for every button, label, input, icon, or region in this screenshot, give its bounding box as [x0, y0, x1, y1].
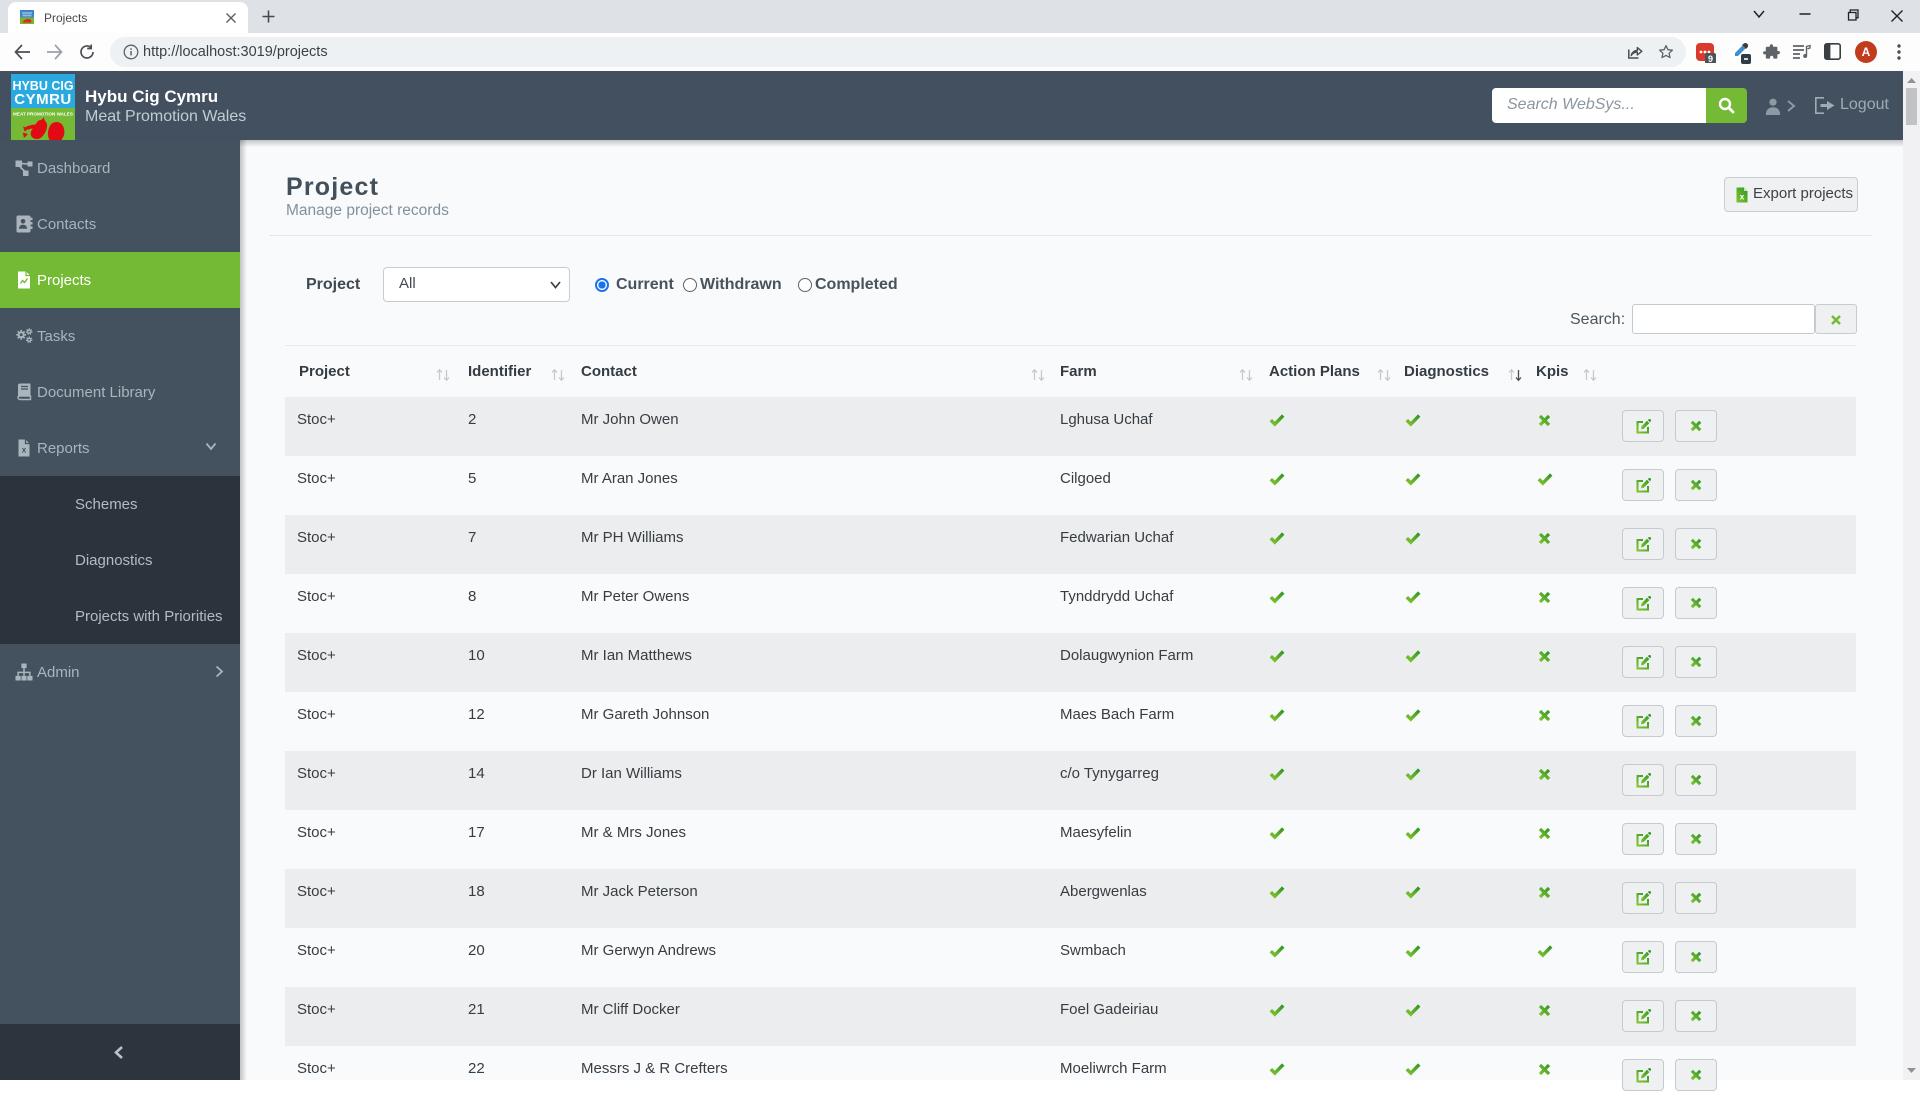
svg-text:CYMRU: CYMRU	[14, 91, 72, 108]
svg-text:x: x	[1740, 192, 1745, 202]
svg-text:x: x	[22, 446, 27, 455]
svg-text:9: 9	[1708, 54, 1713, 63]
svg-text:MEAT PROMOTION WALES: MEAT PROMOTION WALES	[13, 112, 73, 117]
